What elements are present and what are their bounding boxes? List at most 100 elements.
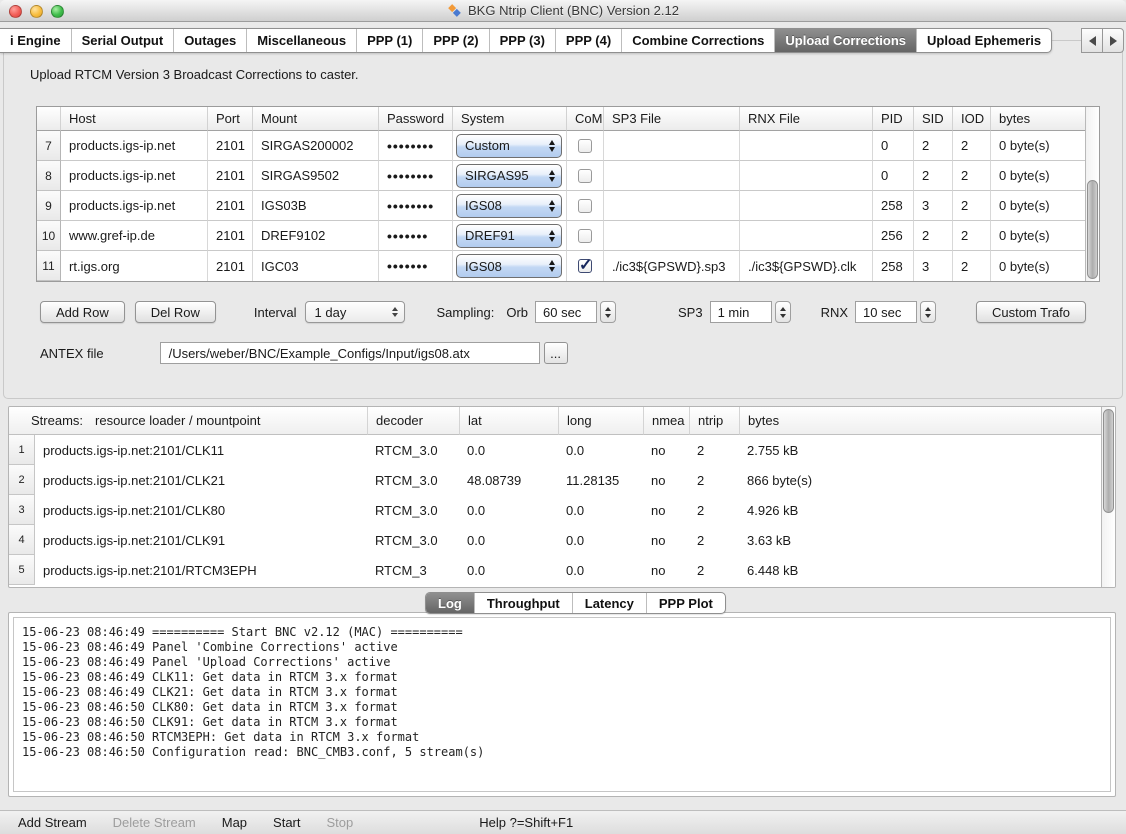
sp3-file-cell[interactable]	[604, 161, 740, 191]
host-cell[interactable]: products.igs-ip.net	[61, 161, 208, 191]
tab-upload-corrections[interactable]: Upload Corrections	[775, 29, 917, 52]
add-row-button[interactable]: Add Row	[40, 301, 125, 323]
sp3-file-cell[interactable]	[604, 131, 740, 161]
port-cell[interactable]: 2101	[208, 161, 253, 191]
iod-cell[interactable]: 2	[953, 191, 991, 221]
sp3-spinner[interactable]	[775, 301, 791, 323]
iod-cell[interactable]: 2	[953, 131, 991, 161]
tab-miscellaneous[interactable]: Miscellaneous	[247, 29, 357, 52]
interval-select[interactable]: 1 day	[305, 301, 405, 323]
rnx-spinner[interactable]	[920, 301, 936, 323]
port-cell[interactable]: 2101	[208, 191, 253, 221]
map-button[interactable]: Map	[222, 815, 247, 830]
custom-trafo-button[interactable]: Custom Trafo	[976, 301, 1086, 323]
col-header-iod: IOD	[953, 107, 991, 131]
del-row-button[interactable]: Del Row	[135, 301, 216, 323]
tab-engine[interactable]: i Engine	[0, 29, 72, 52]
sid-cell[interactable]: 2	[914, 221, 953, 251]
tab-latency[interactable]: Latency	[573, 593, 647, 613]
system-select[interactable]: Custom	[456, 134, 562, 158]
sp3-file-cell[interactable]	[604, 191, 740, 221]
sp3-file-cell[interactable]	[604, 221, 740, 251]
sid-cell[interactable]: 3	[914, 251, 953, 281]
tab-outages[interactable]: Outages	[174, 29, 247, 52]
rnx-sampling-input[interactable]: 10 sec	[855, 301, 917, 323]
host-cell[interactable]: rt.igs.org	[61, 251, 208, 281]
pid-cell[interactable]: 0	[873, 131, 914, 161]
password-cell[interactable]: ••••••••	[379, 161, 453, 191]
tab-ppp-plot[interactable]: PPP Plot	[647, 593, 725, 613]
mount-cell[interactable]: IGS03B	[253, 191, 379, 221]
tab-log[interactable]: Log	[426, 593, 475, 613]
mount-cell[interactable]: DREF9102	[253, 221, 379, 251]
system-select[interactable]: DREF91	[456, 224, 562, 248]
tab-ppp-1[interactable]: PPP (1)	[357, 29, 423, 52]
scrollbar-thumb[interactable]	[1103, 409, 1114, 513]
iod-cell[interactable]: 2	[953, 251, 991, 281]
host-cell[interactable]: products.igs-ip.net	[61, 191, 208, 221]
system-select[interactable]: IGS08	[456, 194, 562, 218]
iod-cell[interactable]: 2	[953, 221, 991, 251]
close-button[interactable]	[9, 5, 22, 18]
orb-spinner[interactable]	[600, 301, 616, 323]
minimize-button[interactable]	[30, 5, 43, 18]
antex-browse-button[interactable]: ...	[544, 342, 568, 364]
pid-cell[interactable]: 258	[873, 191, 914, 221]
com-checkbox[interactable]	[578, 139, 592, 153]
tab-scroll-left-button[interactable]	[1081, 28, 1103, 53]
rnx-file-cell[interactable]	[740, 131, 873, 161]
tab-ppp-2[interactable]: PPP (2)	[423, 29, 489, 52]
tab-throughput[interactable]: Throughput	[475, 593, 573, 613]
iod-cell[interactable]: 2	[953, 161, 991, 191]
rnx-file-cell[interactable]	[740, 161, 873, 191]
com-checkbox[interactable]	[578, 229, 592, 243]
tab-serial-output[interactable]: Serial Output	[72, 29, 175, 52]
com-checkbox[interactable]	[578, 169, 592, 183]
zoom-button[interactable]	[51, 5, 64, 18]
start-button[interactable]: Start	[273, 815, 300, 830]
password-cell[interactable]: •••••••	[379, 251, 453, 281]
mount-cell[interactable]: IGC03	[253, 251, 379, 281]
port-cell[interactable]: 2101	[208, 251, 253, 281]
tab-upload-ephemeris[interactable]: Upload Ephemeris	[917, 29, 1051, 52]
sid-cell[interactable]: 2	[914, 161, 953, 191]
rnx-file-cell[interactable]: ./ic3${GPSWD}.clk	[740, 251, 873, 281]
mount-cell[interactable]: SIRGAS200002	[253, 131, 379, 161]
system-select[interactable]: SIRGAS95	[456, 164, 562, 188]
tab-scroll-right-button[interactable]	[1102, 28, 1124, 53]
host-cell[interactable]: products.igs-ip.net	[61, 131, 208, 161]
sid-cell[interactable]: 2	[914, 131, 953, 161]
rnx-file-cell[interactable]	[740, 221, 873, 251]
tab-ppp-3[interactable]: PPP (3)	[490, 29, 556, 52]
sp3-file-cell[interactable]: ./ic3${GPSWD}.sp3	[604, 251, 740, 281]
sp3-sampling-input[interactable]: 1 min	[710, 301, 772, 323]
password-cell[interactable]: •••••••	[379, 221, 453, 251]
streams-scrollbar[interactable]	[1101, 407, 1115, 587]
scrollbar-thumb[interactable]	[1087, 180, 1098, 279]
com-checkbox[interactable]	[578, 259, 592, 273]
password-cell[interactable]: ••••••••	[379, 191, 453, 221]
tab-combine-corrections[interactable]: Combine Corrections	[622, 29, 775, 52]
window-title: BKG Ntrip Client (BNC) Version 2.12	[468, 3, 679, 18]
rnx-file-cell[interactable]	[740, 191, 873, 221]
pid-cell[interactable]: 258	[873, 251, 914, 281]
system-select[interactable]: IGS08	[456, 254, 562, 278]
host-cell[interactable]: www.gref-ip.de	[61, 221, 208, 251]
upload-table-scrollbar[interactable]	[1085, 107, 1099, 281]
pid-cell[interactable]: 0	[873, 161, 914, 191]
pid-cell[interactable]: 256	[873, 221, 914, 251]
tab-ppp-4[interactable]: PPP (4)	[556, 29, 622, 52]
sid-cell[interactable]: 3	[914, 191, 953, 221]
row-number: 3	[9, 495, 35, 525]
orb-sampling-input[interactable]: 60 sec	[535, 301, 597, 323]
com-checkbox[interactable]	[578, 199, 592, 213]
bytes-cell: 6.448 kB	[739, 555, 1115, 585]
port-cell[interactable]: 2101	[208, 221, 253, 251]
row-number: 4	[9, 525, 35, 555]
antex-file-input[interactable]: /Users/weber/BNC/Example_Configs/Input/i…	[160, 342, 540, 364]
password-cell[interactable]: ••••••••	[379, 131, 453, 161]
add-stream-button[interactable]: Add Stream	[18, 815, 87, 830]
port-cell[interactable]: 2101	[208, 131, 253, 161]
log-line: 15-06-23 08:46:50 Configuration read: BN…	[22, 745, 1102, 760]
mount-cell[interactable]: SIRGAS9502	[253, 161, 379, 191]
